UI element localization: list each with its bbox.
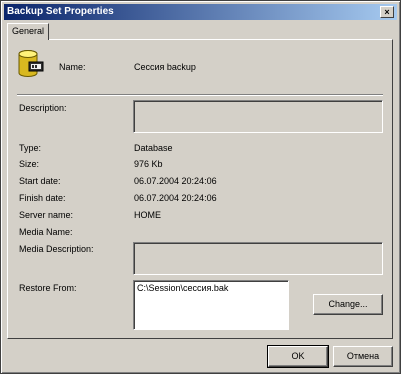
window-title: Backup Set Properties [7,6,114,17]
tab-general[interactable]: General [7,23,49,40]
server-name-label: Server name: [19,210,74,220]
name-value: Сессия backup [134,62,196,72]
name-label: Name: [59,62,86,72]
type-label: Type: [19,143,42,153]
close-button[interactable]: × [380,6,394,18]
media-description-label: Media Description: [19,244,94,254]
size-value: 976 Kb [134,159,163,169]
close-icon: × [384,7,390,17]
media-name-label: Media Name: [19,227,73,237]
media-description-field[interactable] [133,242,383,275]
database-icon [18,50,44,77]
description-field[interactable] [133,100,383,133]
list-item[interactable]: C:\Session\сессия.bak [137,283,285,293]
type-value: Database [134,143,173,153]
dialog-window: Backup Set Properties × General Name: Се… [0,0,401,374]
change-button[interactable]: Change... [313,294,383,315]
finish-date-label: Finish date: [19,193,66,203]
restore-from-list[interactable]: C:\Session\сессия.bak [133,280,289,330]
restore-from-label: Restore From: [19,283,77,293]
description-label: Description: [19,103,67,113]
ok-button[interactable]: OK [267,345,329,368]
cancel-button[interactable]: Отмена [333,346,393,367]
size-label: Size: [19,159,40,169]
header-separator [17,94,383,96]
start-date-value: 06.07.2004 20:24:06 [134,176,217,186]
title-bar[interactable]: Backup Set Properties × [4,4,397,20]
start-date-label: Start date: [19,176,61,186]
server-name-value: HOME [134,210,161,220]
finish-date-value: 06.07.2004 20:24:06 [134,193,217,203]
